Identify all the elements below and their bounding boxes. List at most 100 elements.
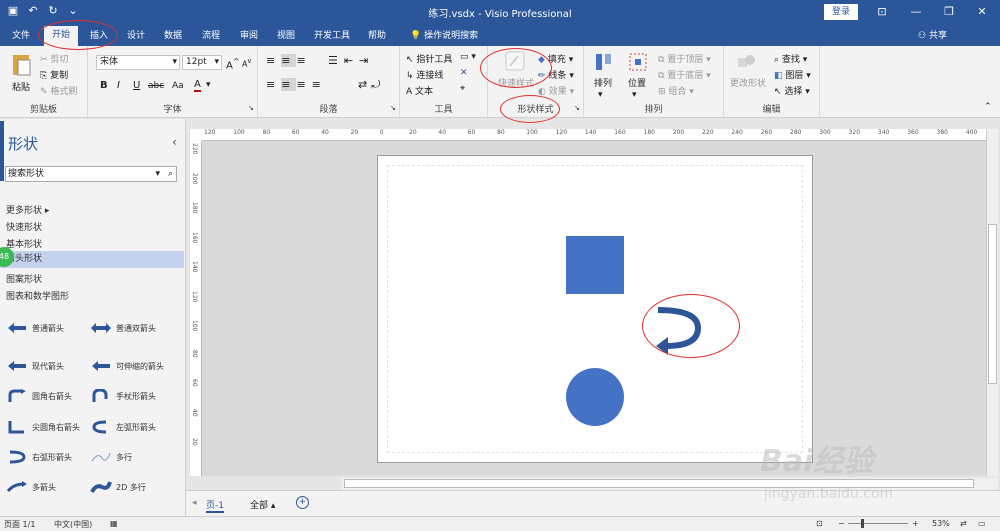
collapse-ribbon-icon[interactable]: ⌃ bbox=[984, 102, 992, 112]
format-painter-button[interactable]: ✎ 格式刷 bbox=[40, 84, 77, 97]
status-page[interactable]: 页面 1/1 bbox=[4, 519, 35, 530]
copy-button[interactable]: ⎘ 复制 bbox=[40, 68, 68, 81]
tab-help[interactable]: 帮助 bbox=[368, 28, 386, 41]
curved-arrow-shape[interactable] bbox=[652, 306, 708, 358]
tab-insert[interactable]: 插入 bbox=[90, 28, 108, 41]
minimize-icon[interactable]: — bbox=[906, 3, 926, 21]
square-shape[interactable] bbox=[566, 236, 624, 294]
connector-button[interactable]: ↳ 连接线 bbox=[406, 68, 443, 81]
zoom-slider-track[interactable] bbox=[848, 523, 908, 524]
shape-polyline[interactable]: 多行 bbox=[90, 450, 132, 464]
tab-process[interactable]: 流程 bbox=[202, 28, 220, 41]
close-icon[interactable]: ✕ bbox=[972, 3, 992, 21]
shape-sharp-right-arrow[interactable]: 尖圆角右箭头 bbox=[6, 420, 80, 434]
stencil-charts-math[interactable]: 图表和数学图形 bbox=[6, 289, 69, 302]
stencil-quick-shapes[interactable]: 快速形状 bbox=[6, 220, 42, 233]
dialog-launcher-icon[interactable]: ↘ bbox=[574, 104, 580, 112]
strikethrough-button[interactable]: abc bbox=[148, 81, 164, 91]
send-to-back-button[interactable]: ⧉ 置于底层 ▾ bbox=[658, 68, 711, 81]
zoom-slider-thumb[interactable] bbox=[861, 519, 864, 528]
cut-button[interactable]: ✂ 剪切 bbox=[40, 52, 68, 65]
tab-data[interactable]: 数据 bbox=[164, 28, 182, 41]
line-button[interactable]: ✏ 线条 ▾ bbox=[538, 68, 574, 81]
pointer-tool-button[interactable]: ↖ 指针工具 bbox=[406, 52, 452, 65]
circle-shape[interactable] bbox=[566, 368, 624, 426]
font-size-dropdown[interactable]: 12pt ▾ bbox=[182, 55, 222, 70]
stencil-pattern-shapes[interactable]: 图案形状 bbox=[6, 272, 42, 285]
shape-stretch-arrow[interactable]: 可伸缩的箭头 bbox=[90, 359, 164, 373]
vertical-ruler[interactable]: 220 200 180 160 140 120 100 80 60 40 20 bbox=[190, 141, 202, 476]
restore-icon[interactable]: ❐ bbox=[939, 3, 959, 21]
close-shape-icon[interactable]: ✕ bbox=[460, 68, 468, 78]
dialog-launcher-icon[interactable]: ↘ bbox=[390, 104, 396, 112]
tab-home[interactable]: 开始 bbox=[44, 26, 79, 46]
shrink-font-button[interactable]: Av bbox=[242, 57, 251, 69]
stencil-arrow-shapes[interactable]: 箭头形状 bbox=[0, 251, 184, 268]
fill-button[interactable]: ◆ 填充 ▾ bbox=[538, 52, 573, 65]
change-shape-button[interactable] bbox=[736, 52, 756, 75]
position-button[interactable] bbox=[628, 52, 648, 75]
collapse-pane-icon[interactable]: ‹ bbox=[172, 135, 177, 149]
change-case-button[interactable]: Aa bbox=[172, 81, 184, 91]
all-pages-menu[interactable]: 全部 ▴ bbox=[250, 498, 275, 511]
drawing-page[interactable] bbox=[377, 155, 813, 463]
tab-developer[interactable]: 开发工具 bbox=[314, 28, 350, 41]
shape-plain-arrow[interactable]: 普通箭头 bbox=[6, 321, 64, 335]
switch-window-icon[interactable]: ⇄ bbox=[960, 519, 967, 528]
align-top-buttons[interactable]: ≡≡≡ bbox=[266, 54, 312, 67]
add-page-icon[interactable]: + bbox=[296, 496, 309, 509]
stencil-basic-shapes[interactable]: 基本形状 bbox=[6, 237, 42, 250]
dialog-launcher-icon[interactable]: ↘ bbox=[248, 104, 254, 112]
tab-view[interactable]: 视图 bbox=[277, 28, 295, 41]
fit-window-icon[interactable]: ⊡ bbox=[816, 519, 823, 528]
effects-button[interactable]: ◐ 效果 ▾ bbox=[538, 84, 574, 97]
connection-point-icon[interactable]: ⌖ bbox=[460, 84, 465, 94]
full-screen-icon[interactable]: ▭ bbox=[978, 519, 986, 528]
group-button[interactable]: ⊞ 组合 ▾ bbox=[658, 84, 694, 97]
italic-button[interactable]: I bbox=[117, 80, 120, 91]
scroll-left-icon[interactable]: ◂ bbox=[192, 498, 197, 508]
shape-search-input[interactable]: 搜索形状 ▾ ⌕ bbox=[5, 166, 177, 182]
shape-double-arrow[interactable]: 普通双箭头 bbox=[90, 321, 156, 335]
font-color-button[interactable]: A bbox=[194, 79, 201, 92]
vertical-scroll-thumb[interactable] bbox=[988, 224, 997, 384]
search-icon[interactable]: ⌕ bbox=[168, 167, 173, 181]
more-shapes-menu[interactable]: 更多形状 ▸ bbox=[6, 203, 49, 216]
login-button[interactable]: 登录 bbox=[824, 4, 858, 20]
find-button[interactable]: ⌕ 查找 ▾ bbox=[774, 52, 807, 65]
page-tab-1[interactable]: 页-1 bbox=[206, 498, 224, 513]
horizontal-ruler[interactable]: 120 100 80 60 40 20 0 20 40 60 80 100 120 140 160 180 20… bbox=[202, 129, 986, 141]
underline-button[interactable]: U bbox=[133, 80, 140, 91]
ribbon-display-icon[interactable]: ⊡ bbox=[872, 3, 892, 21]
tell-me-search[interactable]: 💡 操作说明搜索 bbox=[410, 28, 478, 41]
rectangle-tool-button[interactable]: ▭ ▾ bbox=[460, 52, 476, 62]
font-name-dropdown[interactable]: 宋体 ▾ bbox=[96, 55, 180, 70]
status-language[interactable]: 中文(中国) bbox=[54, 519, 92, 530]
tab-review[interactable]: 审阅 bbox=[240, 28, 258, 41]
text-direction-buttons[interactable]: ⇄⤾ bbox=[358, 78, 384, 92]
text-tool-button[interactable]: A 文本 bbox=[406, 84, 433, 97]
drawing-canvas[interactable] bbox=[202, 141, 986, 476]
zoom-in-icon[interactable]: + bbox=[912, 519, 919, 528]
chevron-down-icon[interactable]: ▾ bbox=[206, 80, 211, 90]
bring-to-front-button[interactable]: ⧉ 置于顶层 ▾ bbox=[658, 52, 711, 65]
shape-cane-arrow[interactable]: 手杖形箭头 bbox=[90, 389, 156, 403]
vertical-scrollbar[interactable] bbox=[986, 129, 998, 476]
arrange-button[interactable] bbox=[594, 52, 614, 75]
shape-modern-arrow[interactable]: 现代箭头 bbox=[6, 359, 64, 373]
bold-button[interactable]: B bbox=[100, 80, 108, 91]
grow-font-button[interactable]: A^ bbox=[226, 56, 240, 71]
shape-rounded-right-arrow[interactable]: 圆角右箭头 bbox=[6, 389, 72, 403]
zoom-out-icon[interactable]: − bbox=[838, 519, 845, 528]
shape-2d-polyline[interactable]: 2D 多行 bbox=[90, 480, 146, 494]
quick-styles-button[interactable] bbox=[502, 50, 528, 75]
align-buttons[interactable]: ≡≡≡≡ bbox=[266, 78, 327, 91]
select-button[interactable]: ↖ 选择 ▾ bbox=[774, 84, 810, 97]
share-button[interactable]: ⚇ 共享 bbox=[918, 28, 947, 41]
paste-button[interactable] bbox=[10, 52, 32, 81]
layers-button[interactable]: ◧ 图层 ▾ bbox=[774, 68, 811, 81]
tab-design[interactable]: 设计 bbox=[127, 28, 145, 41]
shape-right-arc-arrow[interactable]: 右弧形箭头 bbox=[6, 450, 72, 464]
list-buttons[interactable]: ☰⇤⇥ bbox=[328, 54, 374, 67]
shape-left-arc-arrow[interactable]: 左弧形箭头 bbox=[90, 420, 156, 434]
